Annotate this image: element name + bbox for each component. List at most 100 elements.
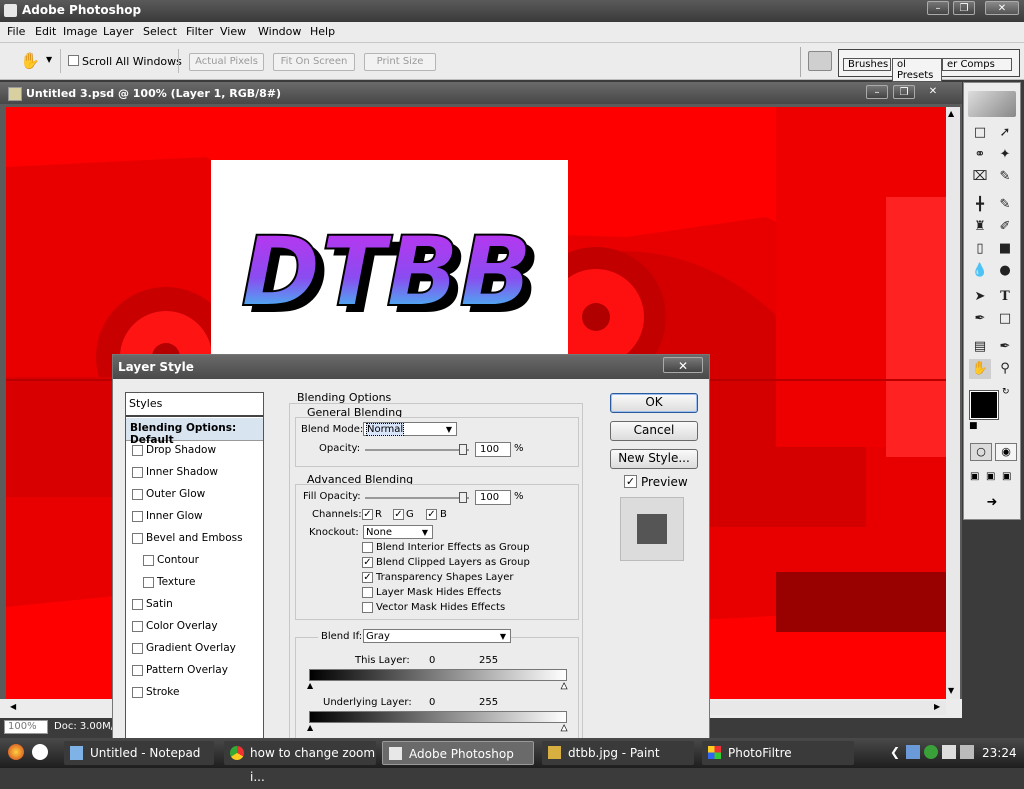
- style-item[interactable]: Contour: [126, 550, 263, 572]
- style-item[interactable]: Outer Glow: [126, 484, 263, 506]
- style-checkbox[interactable]: [143, 555, 154, 566]
- hand-tool-icon[interactable]: ✋: [969, 359, 991, 379]
- hand-tool-icon[interactable]: ✋: [20, 51, 40, 70]
- style-checkbox[interactable]: [132, 445, 143, 456]
- doc-minimize-button[interactable]: –: [866, 85, 888, 99]
- menu-window[interactable]: Window: [258, 25, 301, 38]
- style-item[interactable]: Inner Shadow: [126, 462, 263, 484]
- style-item[interactable]: Inner Glow: [126, 506, 263, 528]
- style-checkbox[interactable]: [132, 489, 143, 500]
- scroll-down-arrow[interactable]: ▼: [948, 686, 954, 695]
- taskbar-item-notepad[interactable]: Untitled - Notepad: [64, 741, 214, 765]
- menu-layer[interactable]: Layer: [103, 25, 134, 38]
- menu-image[interactable]: Image: [63, 25, 97, 38]
- notes-tool-icon[interactable]: ▤: [969, 337, 991, 357]
- vertical-scrollbar[interactable]: [946, 107, 960, 699]
- type-tool-icon[interactable]: T: [994, 287, 1016, 307]
- style-item[interactable]: Blending Options: Default: [126, 418, 263, 446]
- opacity-slider-thumb[interactable]: [459, 444, 467, 455]
- style-checkbox[interactable]: [143, 577, 154, 588]
- channel-b-checkbox[interactable]: ✓: [426, 509, 437, 520]
- history-brush-tool-icon[interactable]: ✐: [994, 217, 1016, 237]
- language-icon[interactable]: [942, 745, 956, 759]
- underlying-black-slider[interactable]: ▲: [307, 723, 313, 732]
- media-player-icon[interactable]: [32, 744, 48, 760]
- menu-file[interactable]: File: [7, 25, 25, 38]
- zoom-field[interactable]: 100%: [4, 720, 48, 734]
- taskbar-item-chrome[interactable]: how to change zoom i...: [224, 741, 376, 784]
- style-checkbox[interactable]: [132, 599, 143, 610]
- blend-if-select[interactable]: Gray ▼: [363, 629, 511, 643]
- print-size-button[interactable]: Print Size: [364, 53, 436, 71]
- actual-pixels-button[interactable]: Actual Pixels: [189, 53, 264, 71]
- tray-expand-icon[interactable]: ❮: [890, 745, 900, 759]
- dialog-close-button[interactable]: ✕: [663, 357, 703, 373]
- default-colors-icon[interactable]: ■: [969, 421, 978, 431]
- this-layer-white-slider[interactable]: ▲: [561, 681, 568, 691]
- new-style-button[interactable]: New Style...: [610, 449, 698, 469]
- style-item[interactable]: Satin: [126, 594, 263, 616]
- scroll-left-arrow[interactable]: ◀: [10, 702, 16, 711]
- style-item[interactable]: Bevel and Emboss: [126, 528, 263, 550]
- blend-clipped-checkbox[interactable]: ✓: [362, 557, 373, 568]
- style-checkbox[interactable]: [132, 643, 143, 654]
- marquee-tool-icon[interactable]: □: [969, 123, 991, 143]
- opacity-slider-track[interactable]: [365, 449, 469, 451]
- fill-opacity-input[interactable]: 100: [475, 490, 511, 505]
- fill-opacity-slider-track[interactable]: [365, 497, 469, 499]
- horizontal-scrollbar[interactable]: [710, 701, 946, 715]
- brush-tool-icon[interactable]: ✎: [994, 195, 1016, 215]
- underlying-white-slider[interactable]: ▲: [561, 723, 568, 733]
- blend-interior-checkbox[interactable]: [362, 542, 373, 553]
- menu-help[interactable]: Help: [310, 25, 335, 38]
- palette-tab-layer-comps[interactable]: er Comps: [942, 58, 1012, 71]
- underlying-layer-gradient[interactable]: [309, 711, 567, 723]
- clone-stamp-tool-icon[interactable]: ♜: [969, 217, 991, 237]
- style-item[interactable]: Pattern Overlay: [126, 660, 263, 682]
- zoom-tool-icon[interactable]: ⚲: [994, 359, 1016, 379]
- menu-filter[interactable]: Filter: [186, 25, 213, 38]
- style-item[interactable]: Color Overlay: [126, 616, 263, 638]
- this-layer-gradient[interactable]: [309, 669, 567, 681]
- screen-mode-full-icon[interactable]: ▣: [1002, 471, 1011, 482]
- style-checkbox[interactable]: [132, 511, 143, 522]
- swap-colors-icon[interactable]: ↻: [1002, 387, 1010, 397]
- ok-button[interactable]: OK: [610, 393, 698, 413]
- menu-select[interactable]: Select: [143, 25, 177, 38]
- eyedropper-tool-icon[interactable]: ✒: [994, 337, 1016, 357]
- file-browser-icon[interactable]: [808, 51, 832, 71]
- slice-tool-icon[interactable]: ✎: [994, 167, 1016, 187]
- style-item[interactable]: Gradient Overlay: [126, 638, 263, 660]
- style-checkbox[interactable]: [132, 665, 143, 676]
- transparency-shapes-checkbox[interactable]: ✓: [362, 572, 373, 583]
- cancel-button[interactable]: Cancel: [610, 421, 698, 441]
- fill-opacity-slider-thumb[interactable]: [459, 492, 467, 503]
- gradient-tool-icon[interactable]: ■: [994, 239, 1016, 259]
- style-checkbox[interactable]: [132, 467, 143, 478]
- battery-icon[interactable]: [960, 745, 974, 759]
- tray-app-icon[interactable]: [924, 745, 938, 759]
- blur-tool-icon[interactable]: 💧: [969, 261, 991, 281]
- style-checkbox[interactable]: [132, 533, 143, 544]
- doc-close-button[interactable]: ✕: [922, 85, 944, 99]
- shape-tool-icon[interactable]: □: [994, 309, 1016, 329]
- this-layer-black-slider[interactable]: ▲: [307, 681, 313, 690]
- path-selection-tool-icon[interactable]: ➤: [969, 287, 991, 307]
- style-item[interactable]: Drop Shadow: [126, 440, 263, 462]
- taskbar-item-photofiltre[interactable]: PhotoFiltre: [702, 741, 854, 765]
- dodge-tool-icon[interactable]: ●: [994, 261, 1016, 281]
- healing-brush-tool-icon[interactable]: ╋: [969, 195, 991, 215]
- eraser-tool-icon[interactable]: ▯: [969, 239, 991, 259]
- style-checkbox[interactable]: [132, 621, 143, 632]
- screen-mode-full-menu-icon[interactable]: ▣: [986, 471, 995, 482]
- style-checkbox[interactable]: [132, 687, 143, 698]
- taskbar-item-paint[interactable]: dtbb.jpg - Paint: [542, 741, 694, 765]
- magic-wand-tool-icon[interactable]: ✦: [994, 145, 1016, 165]
- screen-mode-standard-icon[interactable]: ▣: [970, 471, 979, 482]
- style-item[interactable]: Stroke: [126, 682, 263, 704]
- channel-r-checkbox[interactable]: ✓: [362, 509, 373, 520]
- taskbar-item-photoshop[interactable]: Adobe Photoshop: [382, 741, 534, 765]
- palette-tab-tool-presets[interactable]: ol Presets: [892, 58, 942, 82]
- preview-checkbox[interactable]: ✓: [624, 475, 637, 488]
- tool-preset-dropdown-icon[interactable]: ▼: [46, 55, 52, 64]
